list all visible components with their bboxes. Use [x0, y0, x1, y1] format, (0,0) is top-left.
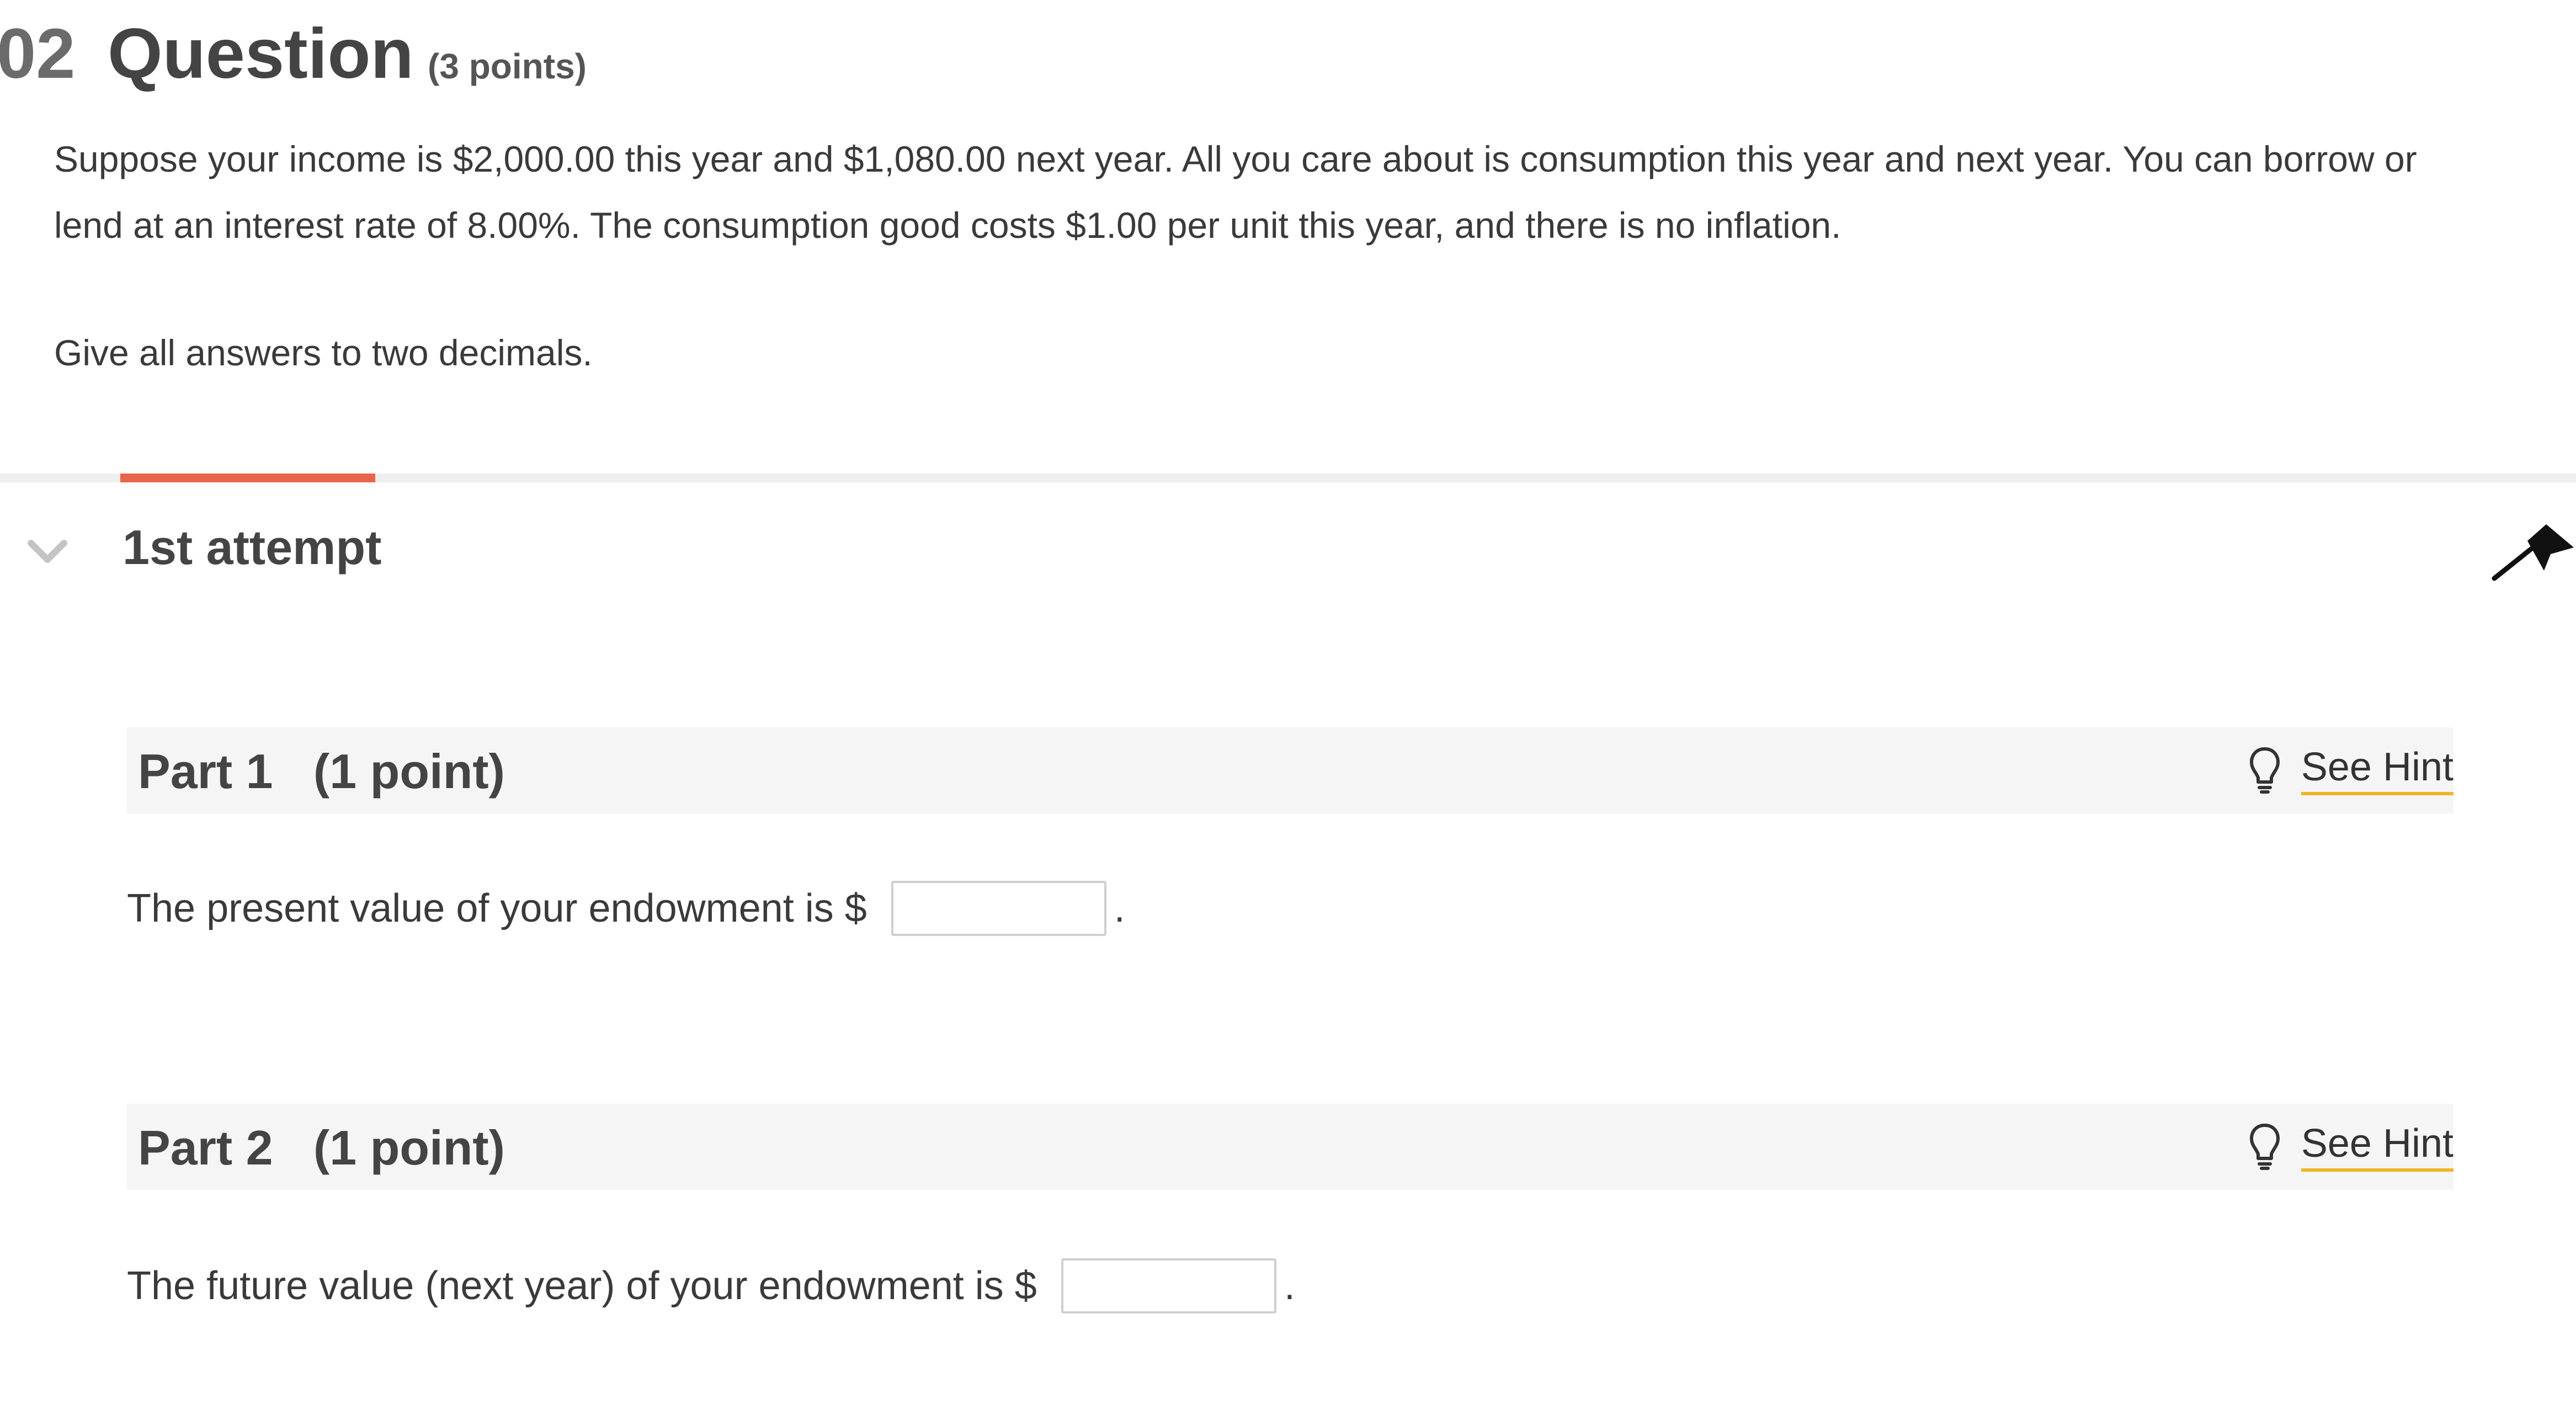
see-hint-link[interactable]: See Hint: [2301, 746, 2453, 795]
question-number: 02: [0, 14, 76, 93]
part-1-see-hint[interactable]: See Hint: [2248, 740, 2453, 801]
part-2-header: Part 2 (1 point) See Hint: [127, 1104, 2453, 1190]
question-title: Question: [108, 14, 414, 93]
part-1-answer-input[interactable]: [891, 881, 1106, 936]
lightbulb-icon[interactable]: [2248, 746, 2281, 795]
part-2-prompt: The future value (next year) of your end…: [127, 1264, 1037, 1308]
part-1-header: Part 1 (1 point) See Hint: [127, 727, 2453, 813]
question-text: Suppose your income is $2,000.00 this ye…: [54, 139, 2417, 246]
flag-icon[interactable]: [2489, 523, 2575, 584]
part-1-title: Part 1 (1 point): [138, 744, 505, 799]
part-1-suffix: .: [1114, 886, 1125, 930]
part-2-see-hint[interactable]: See Hint: [2248, 1116, 2453, 1178]
part-2-title: Part 2 (1 point): [138, 1120, 505, 1175]
part-2-answer-input[interactable]: [1061, 1258, 1276, 1313]
attempt-progress-bar: [120, 474, 375, 482]
question-instruction: Give all answers to two decimals.: [54, 332, 593, 373]
question-points: (3 points): [428, 46, 587, 86]
attempt-divider: [0, 474, 2576, 482]
chevron-down-icon[interactable]: [28, 539, 67, 564]
part-1-prompt: The present value of your endowment is $: [127, 886, 867, 930]
part-1-question: The present value of your endowment is $…: [127, 881, 1125, 936]
attempt-label: 1st attempt: [123, 520, 382, 575]
part-2-question: The future value (next year) of your end…: [127, 1258, 1295, 1313]
see-hint-link[interactable]: See Hint: [2301, 1122, 2453, 1172]
lightbulb-icon[interactable]: [2248, 1122, 2281, 1172]
part-2-suffix: .: [1284, 1264, 1295, 1308]
